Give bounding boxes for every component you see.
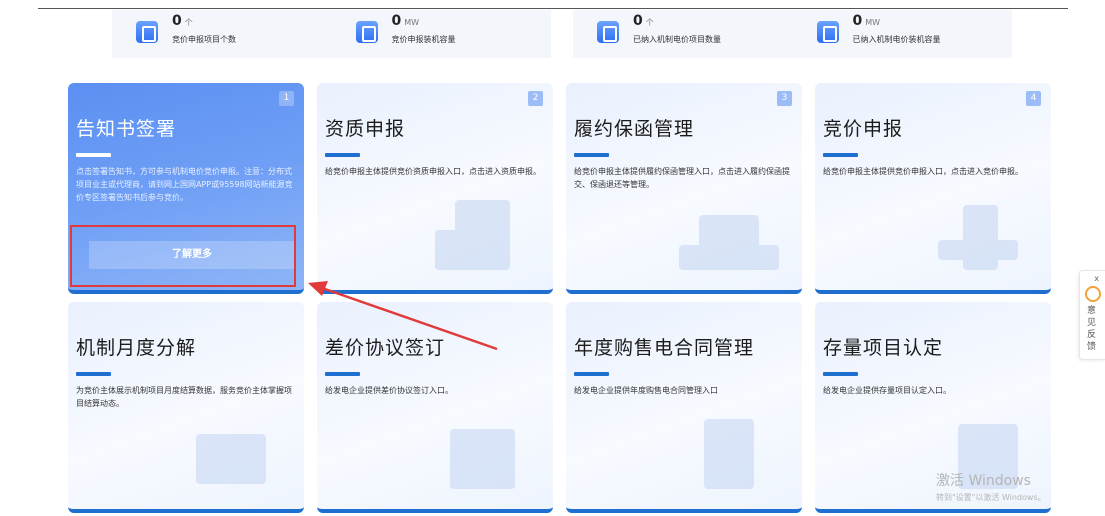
document-icon <box>816 21 839 43</box>
card-difference-agreement[interactable]: 差价协议签订 给发电企业提供差价协议签订入口。 <box>317 302 553 513</box>
card-title: 年度购售电合同管理 <box>574 337 755 359</box>
card-accent-bar <box>76 372 111 376</box>
annotation-highlight-box <box>70 225 296 287</box>
card-accent-bar <box>823 372 858 376</box>
card-number: 3 <box>777 91 792 106</box>
feedback-widget[interactable]: x 意见反馈 <box>1079 270 1105 360</box>
top-divider <box>38 8 1068 9</box>
card-bid-declaration[interactable]: 4 竞价申报 给竞价申报主体提供竞价申报入口，点击进入竞价申报。 <box>815 83 1051 294</box>
card-number: 4 <box>1026 91 1041 106</box>
card-accent-bar <box>76 153 111 157</box>
card-illustration <box>425 190 535 280</box>
stat-bid-project-count: 0个 竞价申报项目个数 <box>112 10 332 58</box>
building-icon <box>136 21 158 43</box>
feedback-close-icon[interactable]: x <box>1094 274 1099 283</box>
stat-value: 0 <box>633 13 643 29</box>
stat-value: 0 <box>391 13 402 29</box>
card-accent-bar <box>325 153 360 157</box>
stat-label: 竞价申报项目个数 <box>172 35 236 44</box>
card-title: 机制月度分解 <box>76 337 197 359</box>
stats-group-bidding: 0个 竞价申报项目个数 0 MW 竞价申报装机容量 <box>112 10 551 58</box>
card-number: 1 <box>279 91 294 106</box>
feedback-label: 意见反馈 <box>1087 306 1097 352</box>
stats-group-mechanism: 0个 已纳入机制电价项目数量 0 MW 已纳入机制电价装机容量 <box>573 10 1012 58</box>
card-accent-bar <box>823 153 858 157</box>
stat-mechanism-capacity: 0 MW 已纳入机制电价装机容量 <box>793 10 1013 58</box>
stat-label: 已纳入机制电价项目数量 <box>633 35 721 44</box>
card-title: 竞价申报 <box>823 118 904 140</box>
stat-value: 0 <box>172 13 182 29</box>
stat-label: 已纳入机制电价装机容量 <box>852 35 941 44</box>
document-icon <box>355 21 378 43</box>
card-performance-guarantee[interactable]: 3 履约保函管理 给竞价申报主体提供履约保函管理入口，点击进入履约保函提交、保函… <box>566 83 802 294</box>
stats-bar: 0个 竞价申报项目个数 0 MW 竞价申报装机容量 0个 已纳入机制电价项目数量 … <box>112 10 1012 58</box>
stat-value: 0 <box>852 13 863 29</box>
windows-activation-watermark: 激活 Windows 转到"设置"以激活 Windows。 <box>936 470 1046 503</box>
card-title: 存量项目认定 <box>823 337 944 359</box>
card-monthly-decomposition[interactable]: 机制月度分解 为竞价主体展示机制项目月度结算数据，服务竞价主体掌握项目结算动态。 <box>68 302 304 513</box>
card-description: 给发电企业提供年度购售电合同管理入口 <box>574 386 718 395</box>
card-description: 给发电企业提供存量项目认定入口。 <box>823 386 951 395</box>
calculator-icon <box>597 21 619 43</box>
watermark-subtitle: 转到"设置"以激活 Windows。 <box>936 493 1046 502</box>
stat-unit: MW <box>865 18 881 27</box>
stat-unit: 个 <box>184 18 193 27</box>
card-illustration <box>176 409 286 499</box>
card-description: 为竞价主体展示机制项目月度结算数据，服务竞价主体掌握项目结算动态。 <box>76 386 292 408</box>
card-description: 给竞价申报主体提供竞价资质申报入口，点击进入资质申报。 <box>325 167 541 176</box>
card-title: 差价协议签订 <box>325 337 446 359</box>
stat-label: 竞价申报装机容量 <box>391 35 456 44</box>
card-qualification[interactable]: 2 资质申报 给竞价申报主体提供竞价资质申报入口，点击进入资质申报。 <box>317 83 553 294</box>
card-illustration <box>674 190 784 280</box>
card-illustration <box>923 190 1033 280</box>
card-accent-bar <box>325 372 360 376</box>
card-description: 点击签署告知书，方可参与机制电价竞价申报。注意：分布式项目业主或代理商，请到网上… <box>76 167 293 202</box>
card-annual-contract[interactable]: 年度购售电合同管理 给发电企业提供年度购售电合同管理入口 <box>566 302 802 513</box>
card-illustration <box>425 409 535 499</box>
stat-unit: 个 <box>645 18 654 27</box>
card-title: 告知书签署 <box>76 118 177 140</box>
card-accent-bar <box>574 372 609 376</box>
watermark-title: 激活 Windows <box>936 473 1031 489</box>
card-title: 资质申报 <box>325 118 406 140</box>
stat-bid-capacity: 0 MW 竞价申报装机容量 <box>332 10 552 58</box>
card-accent-bar <box>574 153 609 157</box>
card-number: 2 <box>528 91 543 106</box>
stat-mechanism-project-count: 0个 已纳入机制电价项目数量 <box>573 10 793 58</box>
card-description: 给竞价申报主体提供履约保函管理入口，点击进入履约保函提交、保函退还等管理。 <box>574 167 790 189</box>
card-illustration <box>674 409 784 499</box>
message-icon <box>1085 286 1101 302</box>
card-description: 给竞价申报主体提供竞价申报入口，点击进入竞价申报。 <box>823 167 1023 176</box>
card-description: 给发电企业提供差价协议签订入口。 <box>325 386 453 395</box>
stat-unit: MW <box>404 18 420 27</box>
card-title: 履约保函管理 <box>574 118 695 140</box>
